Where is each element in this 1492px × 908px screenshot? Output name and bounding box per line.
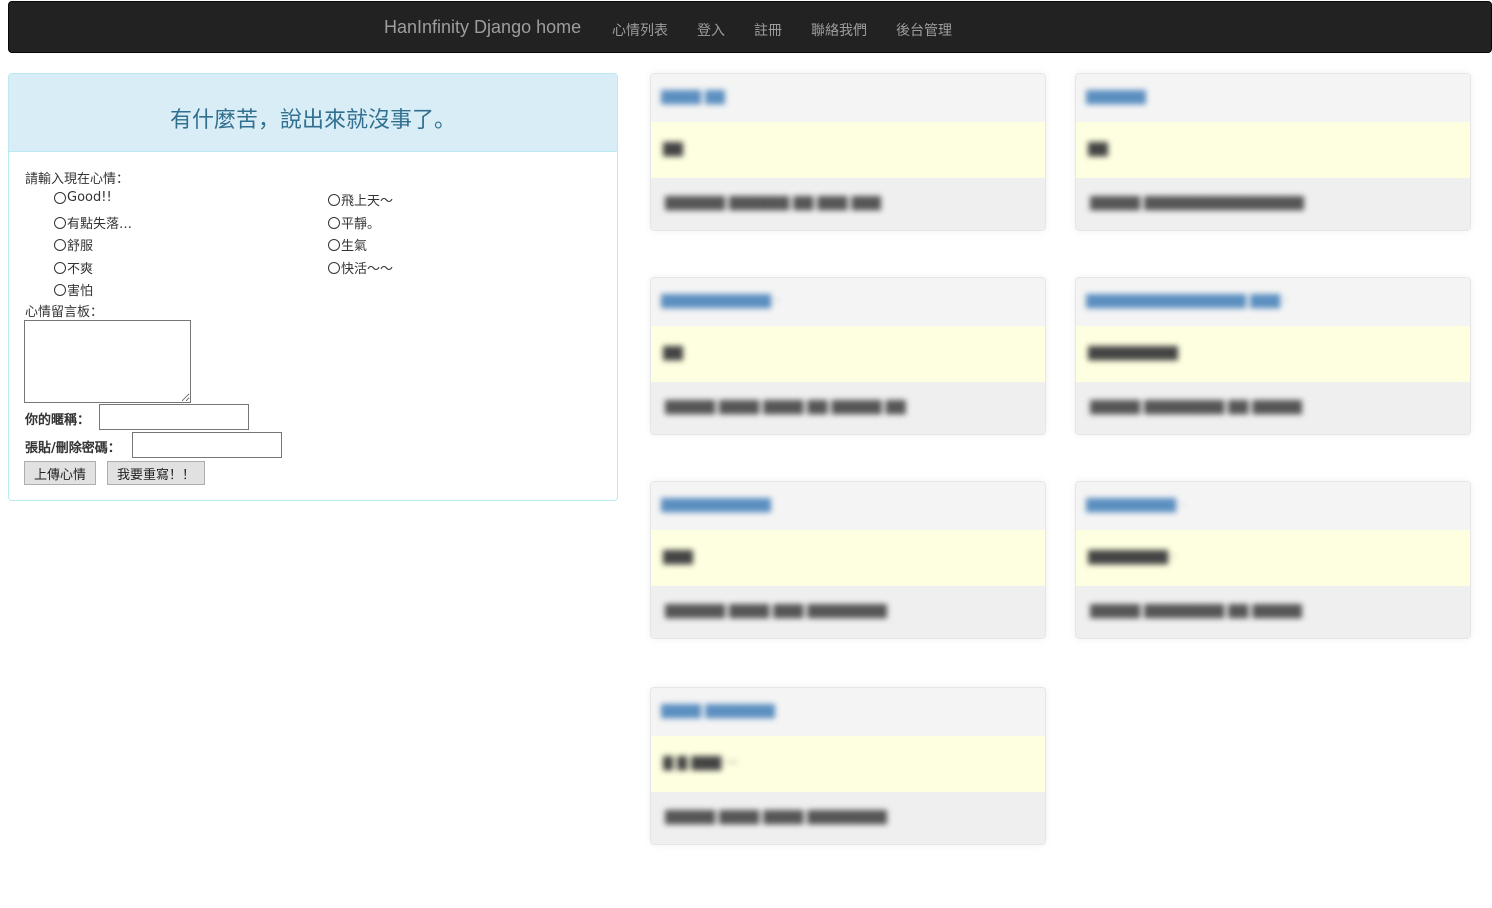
radio-circle-icon[interactable] [328, 238, 340, 251]
post-mood: ████████ · [1088, 550, 1177, 565]
mood-option-comfortable[interactable]: 舒服 [54, 235, 93, 254]
radio-circle-icon[interactable] [54, 283, 66, 296]
mood-option-angry[interactable]: 生氣 [328, 235, 367, 254]
nickname-input[interactable] [99, 404, 249, 430]
post-author: █████████ · [1086, 498, 1185, 513]
post-mood: ██ [663, 346, 683, 361]
nav-link-contact[interactable]: 聯絡我們 [811, 20, 867, 40]
radio-circle-icon[interactable] [328, 261, 340, 274]
mood-post-card: ███████████ · ██ █████ ████ ████ ██ ████… [650, 277, 1046, 435]
upload-mood-button[interactable]: 上傳心情 [24, 461, 97, 485]
mood-option-afraid[interactable]: 害怕 [54, 280, 93, 299]
mood-option-flying[interactable]: 飛上天～ [328, 190, 393, 209]
post-message: █████ ████ ████ ██ █████ ██ [665, 400, 906, 415]
post-message: █████ ████████ ██ █████ [1090, 400, 1303, 415]
post-mood: ███ [663, 550, 693, 565]
post-mood: ██ [1088, 142, 1108, 157]
panel-title: 有什麼苦，說出來就沒事了。 [169, 107, 456, 133]
radio-circle-icon[interactable] [54, 261, 66, 274]
mood-post-card: ███████████ ███ ██████ ████ ███ ████████ [650, 481, 1046, 639]
mood-post-card: ████ ██ ██ ██████ ██████ ██ ███ ███ [650, 73, 1046, 231]
password-label: 張貼/刪除密碼： [25, 441, 121, 456]
mood-post-card: ██████ ██ █████ ████████████████ [1075, 73, 1471, 231]
post-author: ███████████ · [661, 294, 780, 309]
mood-form-panel: 有什麼苦，說出來就沒事了。 請輸入現在心情： Good!! 有點失落… 舒服 不… [8, 73, 618, 501]
radio-circle-icon[interactable] [54, 238, 66, 251]
nav-link-login[interactable]: 登入 [697, 20, 725, 40]
radio-circle-icon[interactable] [54, 191, 66, 204]
top-navbar: HanInfinity Django home 心情列表 登入 註冊 聯絡我們 … [8, 1, 1492, 53]
post-author: ████████████████ ███ · [1086, 294, 1289, 309]
nav-link-admin[interactable]: 後台管理 [896, 20, 952, 40]
nav-links: 心情列表 登入 註冊 聯絡我們 後台管理 [612, 20, 981, 40]
post-mood: █████████ [1088, 346, 1178, 361]
mood-prompt-label: 請輸入現在心情： [25, 172, 130, 187]
mood-option-annoyed[interactable]: 不爽 [54, 258, 93, 277]
brand-link[interactable]: HanInfinity Django home [384, 17, 581, 38]
post-message: █████ ████████████████ [1090, 196, 1305, 211]
mood-post-card: ████ ███████ █ █ ███ ··· █████ ████ ████… [650, 687, 1046, 845]
mood-option-good[interactable]: Good!! [54, 190, 112, 205]
mood-post-card: ████████████████ ███ · █████████ █████ █… [1075, 277, 1471, 435]
password-input[interactable] [132, 432, 282, 458]
post-author: ████ ███████ [661, 704, 776, 719]
post-message: ██████ ████ ███ ████████ [665, 604, 888, 619]
nav-link-register[interactable]: 註冊 [754, 20, 782, 40]
post-author: ██████ [1086, 90, 1146, 105]
post-mood: █ █ ███ ··· [663, 756, 738, 771]
mood-option-calm[interactable]: 平靜。 [328, 213, 380, 232]
post-message: █████ ████████ ██ █████ [1090, 604, 1303, 619]
radio-circle-icon[interactable] [328, 216, 340, 229]
nickname-label: 你的暱稱： [25, 413, 91, 428]
nav-link-mood-list[interactable]: 心情列表 [612, 20, 668, 40]
radio-circle-icon[interactable] [328, 193, 340, 206]
post-message: ██████ ██████ ██ ███ ███ [665, 196, 882, 211]
mood-post-card: █████████ · ████████ · █████ ████████ ██… [1075, 481, 1471, 639]
post-author: ███████████ [661, 498, 771, 513]
post-mood: ██ [663, 142, 683, 157]
post-message: █████ ████ ████ ████████ [665, 810, 888, 825]
mood-option-lost[interactable]: 有點失落… [54, 213, 132, 232]
panel-heading: 有什麼苦，說出來就沒事了。 [9, 74, 617, 152]
post-author: ████ ██ [661, 90, 726, 105]
mood-option-happy[interactable]: 快活～～ [328, 258, 393, 277]
radio-circle-icon[interactable] [54, 216, 66, 229]
message-board-label: 心情留言板： [25, 305, 104, 320]
message-textarea[interactable] [24, 320, 191, 403]
reset-button[interactable]: 我要重寫！！ [107, 461, 206, 485]
